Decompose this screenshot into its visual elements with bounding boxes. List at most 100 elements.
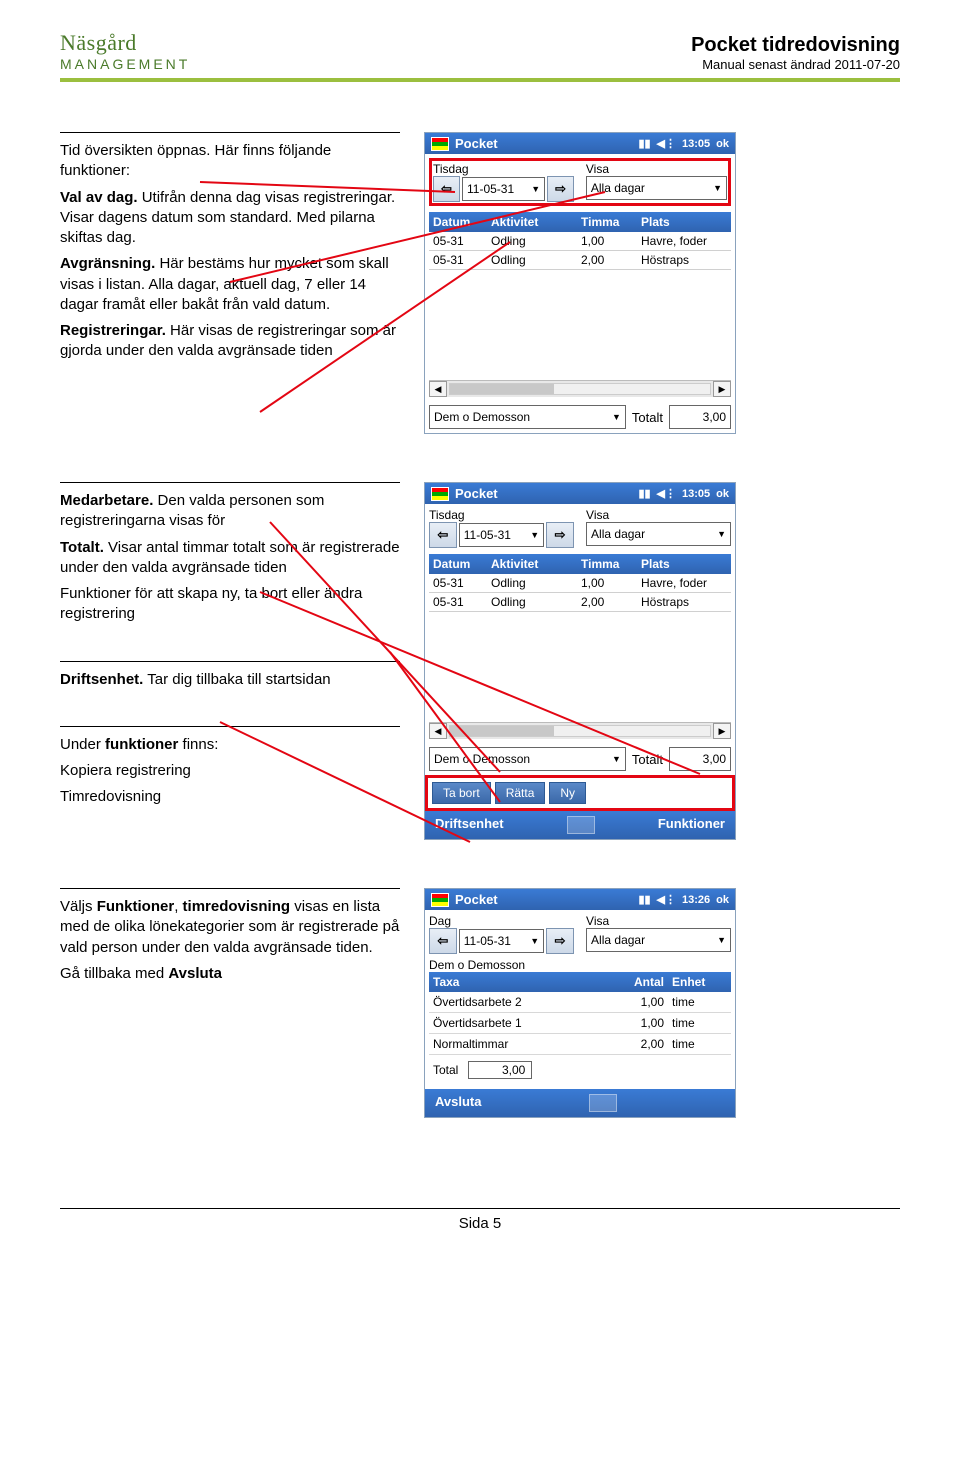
phone-titlebar: Pocket ▮▮ ◀⋮ 13:05 ok [425, 483, 735, 504]
table-row[interactable]: Normaltimmar2,00time [429, 1034, 731, 1055]
total-row: Total 3,00 [429, 1055, 731, 1085]
signal-icon: ▮▮ [638, 487, 650, 500]
ok-button[interactable]: ok [716, 138, 729, 150]
total-field: 3,00 [669, 747, 731, 771]
delete-button[interactable]: Ta bort [432, 782, 491, 804]
start-flag-icon[interactable] [431, 137, 449, 151]
menu-funktioner[interactable]: Funktioner [658, 816, 725, 834]
edit-button[interactable]: Rätta [495, 782, 546, 804]
chevron-down-icon: ▼ [530, 936, 539, 946]
horizontal-scrollbar[interactable]: ◀ ▶ [429, 722, 731, 739]
horizontal-scrollbar[interactable]: ◀ ▶ [429, 380, 731, 397]
keyboard-icon[interactable] [567, 816, 595, 834]
chevron-down-icon: ▼ [717, 935, 726, 945]
table-row[interactable]: 05-31Odling2,00Höstraps [429, 251, 731, 270]
person-dropdown[interactable]: Dem o Demosson▼ [429, 405, 626, 429]
speaker-icon: ◀⋮ [657, 893, 676, 906]
section3-p3: Kopiera registrering [60, 761, 400, 781]
logo-bottom: MANAGEMENT [60, 56, 190, 72]
ok-button[interactable]: ok [716, 488, 729, 500]
section3-p1: Driftsenhet. Tar dig tillbaka till start… [60, 670, 400, 690]
table-row[interactable]: 05-31Odling1,00Havre, foder [429, 232, 731, 251]
table-row[interactable]: Övertidsarbete 11,00time [429, 1013, 731, 1034]
table-row[interactable]: 05-31Odling2,00Höstraps [429, 593, 731, 612]
chevron-down-icon: ▼ [717, 529, 726, 539]
phone-titlebar: Pocket ▮▮ ◀⋮ 13:26 ok [425, 889, 735, 910]
visa-dropdown[interactable]: Alla dagar▼ [586, 176, 727, 200]
section2-p1: Medarbetare. Den valda personen som regi… [60, 491, 400, 532]
grid-header: Datum Aktivitet Timma Plats [429, 212, 731, 232]
phone-menubar: Driftsenhet Funktioner [425, 811, 735, 839]
menu-driftsenhet[interactable]: Driftsenhet [435, 816, 504, 834]
visa-label: Visa [586, 162, 727, 176]
chevron-down-icon: ▼ [713, 183, 722, 193]
next-day-button[interactable]: ⇨ [546, 522, 574, 548]
page-number: Sida 5 [459, 1215, 502, 1232]
dag-label: Dag [429, 914, 574, 928]
table-row[interactable]: Övertidsarbete 21,00time [429, 992, 731, 1013]
action-buttons-highlight: Ta bort Rätta Ny [425, 775, 735, 811]
ok-button[interactable]: ok [716, 894, 729, 906]
table-row[interactable]: 05-31Odling1,00Havre, foder [429, 574, 731, 593]
scroll-right-icon[interactable]: ▶ [713, 381, 731, 397]
scroll-left-icon[interactable]: ◀ [429, 381, 447, 397]
visa-dropdown[interactable]: Alla dagar▼ [586, 928, 731, 952]
prev-day-button[interactable]: ⇦ [429, 522, 457, 548]
chevron-down-icon: ▼ [612, 412, 621, 422]
start-flag-icon[interactable] [431, 487, 449, 501]
section-1: Tid översikten öppnas. Här finns följand… [60, 132, 900, 434]
app-name: Pocket [455, 892, 498, 907]
clock-text: 13:05 [682, 138, 710, 150]
scroll-right-icon[interactable]: ▶ [713, 723, 731, 739]
scroll-left-icon[interactable]: ◀ [429, 723, 447, 739]
page-header: Näsgård MANAGEMENT Pocket tidredovisning… [60, 30, 900, 82]
menu-avsluta[interactable]: Avsluta [435, 1094, 481, 1112]
prev-day-button[interactable]: ⇦ [433, 176, 460, 202]
visa-label: Visa [586, 914, 731, 928]
visa-label: Visa [586, 508, 731, 522]
person-label: Dem o Demosson [429, 958, 731, 972]
section-2: Medarbetare. Den valda personen som regi… [60, 482, 900, 840]
chevron-down-icon: ▼ [612, 754, 621, 764]
start-flag-icon[interactable] [431, 893, 449, 907]
next-day-button[interactable]: ⇨ [547, 176, 574, 202]
signal-icon: ▮▮ [638, 137, 650, 150]
total-label: Totalt [632, 752, 663, 767]
section-4: Väljs Funktioner, timredovisning visas e… [60, 888, 900, 1118]
new-button[interactable]: Ny [549, 782, 586, 804]
phone-screenshot-3: Pocket ▮▮ ◀⋮ 13:26 ok Dag ⇦ [424, 888, 736, 1118]
section3-p2: Under funktioner finns: [60, 735, 400, 755]
phone-screenshot-2: Pocket ▮▮ ◀⋮ 13:05 ok Tisdag ⇦ [424, 482, 736, 840]
section1-p2: Avgränsning. Här bestäms hur mycket som … [60, 254, 400, 315]
visa-dropdown[interactable]: Alla dagar▼ [586, 522, 731, 546]
top-controls-highlight: Tisdag ⇦ 11-05-31▼ ⇨ Visa [429, 158, 731, 206]
date-dropdown[interactable]: 11-05-31▼ [459, 523, 544, 547]
section2-p3: Funktioner för att skapa ny, ta bort ell… [60, 584, 400, 625]
keyboard-icon[interactable] [589, 1094, 617, 1112]
signal-icon: ▮▮ [638, 893, 650, 906]
section4-p1: Väljs Funktioner, timredovisning visas e… [60, 897, 400, 958]
person-dropdown[interactable]: Dem o Demosson▼ [429, 747, 626, 771]
app-name: Pocket [455, 136, 498, 151]
total-field: 3,00 [669, 405, 731, 429]
grid-header: Datum Aktivitet Timma Plats [429, 554, 731, 574]
next-day-button[interactable]: ⇨ [546, 928, 574, 954]
clock-text: 13:26 [682, 894, 710, 906]
taxa-header: Taxa Antal Enhet [429, 972, 731, 992]
speaker-icon: ◀⋮ [657, 137, 676, 150]
chevron-down-icon: ▼ [530, 530, 539, 540]
logo: Näsgård MANAGEMENT [60, 30, 190, 72]
logo-top: Näsgård [60, 30, 190, 56]
section1-intro: Tid översikten öppnas. Här finns följand… [60, 141, 400, 182]
date-dropdown[interactable]: 11-05-31▼ [462, 177, 545, 201]
chevron-down-icon: ▼ [531, 184, 540, 194]
phone-menubar: Avsluta [425, 1089, 735, 1117]
prev-day-button[interactable]: ⇦ [429, 928, 457, 954]
section1-p1: Val av dag. Utifrån denna dag visas regi… [60, 188, 400, 249]
page-title: Pocket tidredovisning [691, 34, 900, 57]
page-subtitle: Manual senast ändrad 2011-07-20 [691, 57, 900, 72]
section4-p2: Gå tillbaka med Avsluta [60, 964, 400, 984]
app-name: Pocket [455, 486, 498, 501]
date-dropdown[interactable]: 11-05-31▼ [459, 929, 544, 953]
speaker-icon: ◀⋮ [657, 487, 676, 500]
